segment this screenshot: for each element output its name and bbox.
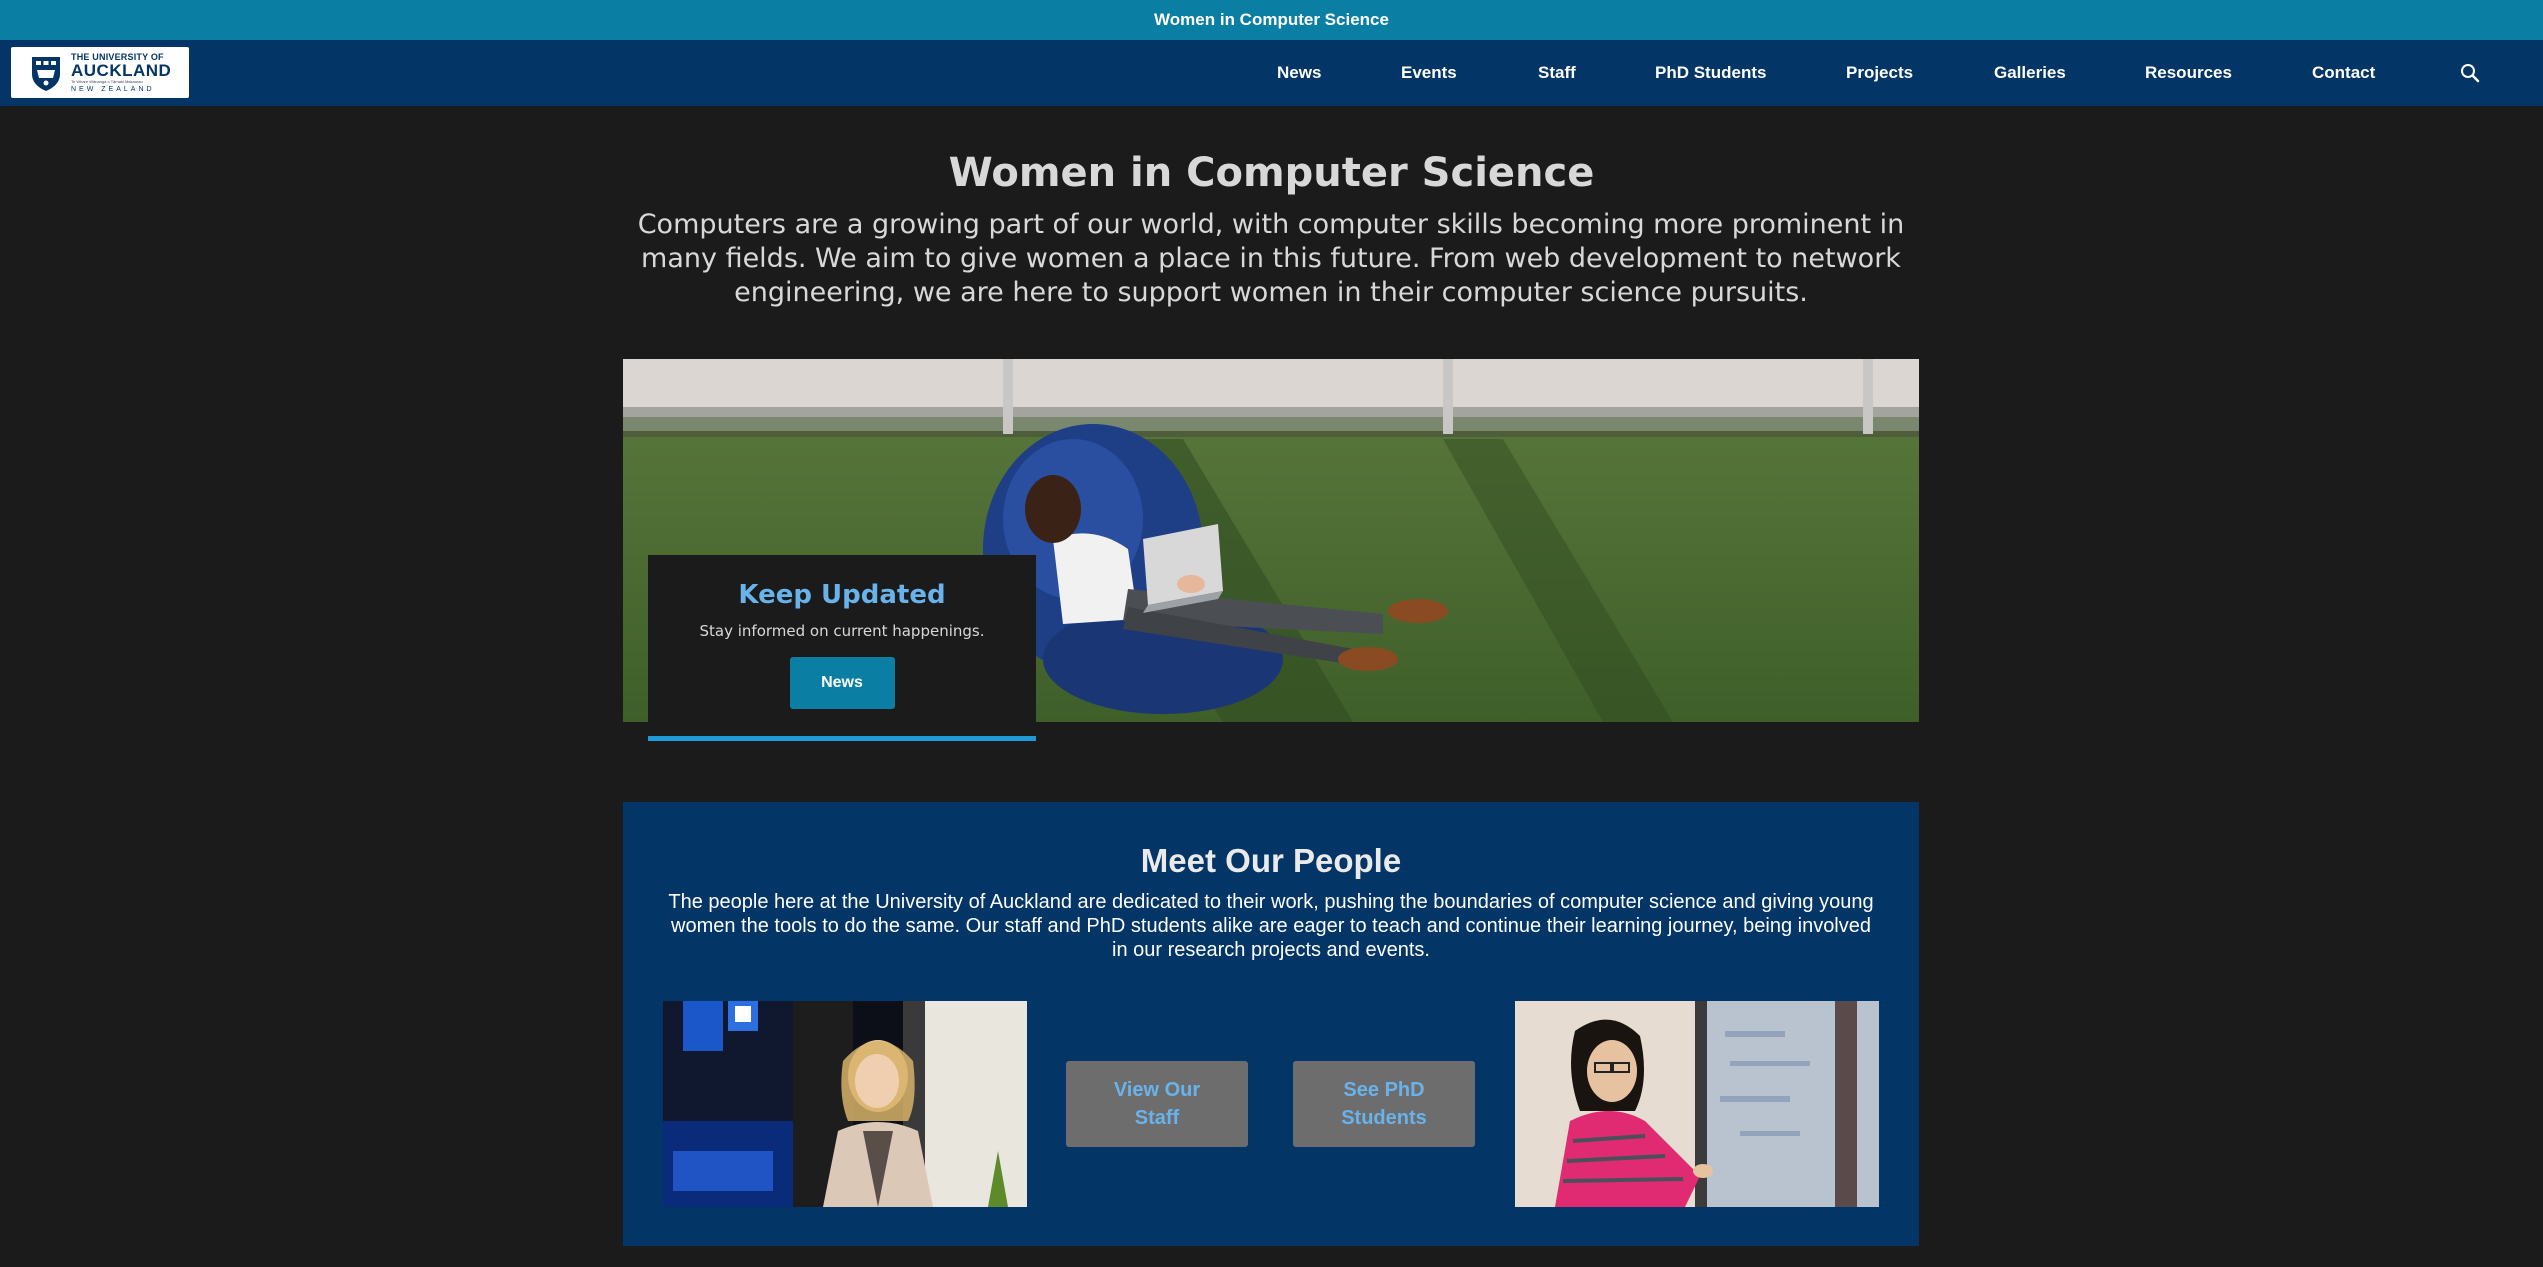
staff-member-image (663, 1001, 1027, 1207)
phd-student-photo (1515, 1001, 1879, 1207)
site-banner: Women in Computer Science (0, 0, 2543, 40)
meet-our-people-title: Meet Our People (1140, 842, 1402, 879)
news-button[interactable]: News (789, 657, 895, 709)
nav-events[interactable]: Events (1401, 40, 1457, 106)
page-title: Women in Computer Science (948, 150, 1595, 196)
nav-phd-students[interactable]: PhD Students (1655, 40, 1766, 106)
see-phd-students-label: See PhD Students (1341, 1079, 1427, 1129)
nav-news[interactable]: News (1277, 40, 1321, 106)
keep-updated-title: Keep Updated (738, 580, 946, 610)
nav-projects[interactable]: Projects (1846, 40, 1913, 106)
crest-icon (32, 56, 60, 91)
nav-resources[interactable]: Resources (2145, 40, 2232, 106)
page-intro-text: Computers are a growing part of our worl… (637, 209, 1905, 308)
phd-student-image (1515, 1001, 1879, 1207)
search-icon[interactable] (2459, 62, 2481, 84)
view-our-staff-label: View Our Staff (1113, 1079, 1201, 1129)
university-logo[interactable]: THE UNIVERSITY OF AUCKLAND Te Whare Wāna… (11, 47, 189, 98)
logo-line-2: AUCKLAND (71, 60, 172, 80)
see-phd-students-button[interactable]: See PhD Students (1293, 1061, 1475, 1147)
logo-line-4: NEW ZEALAND (71, 85, 155, 93)
view-our-staff-button[interactable]: View Our Staff (1066, 1061, 1248, 1147)
keep-updated-underline (648, 736, 1036, 741)
staff-photo (663, 1001, 1027, 1207)
keep-updated-card: Keep Updated Stay informed on current ha… (648, 555, 1036, 736)
main-navbar: THE UNIVERSITY OF AUCKLAND Te Whare Wāna… (0, 40, 2543, 106)
meet-our-people-section: Meet Our People The people here at the U… (623, 802, 1919, 1246)
meet-our-people-text: The people here at the University of Auc… (668, 891, 1874, 961)
keep-updated-text: Stay informed on current happenings. (699, 622, 985, 640)
nav-staff[interactable]: Staff (1538, 40, 1576, 106)
site-banner-title: Women in Computer Science (1154, 10, 1389, 29)
nav-contact[interactable]: Contact (2312, 40, 2375, 106)
nav-galleries[interactable]: Galleries (1994, 40, 2066, 106)
logo-line-3: Te Whare Wānanga o Tāmaki Makaurau (71, 78, 143, 84)
